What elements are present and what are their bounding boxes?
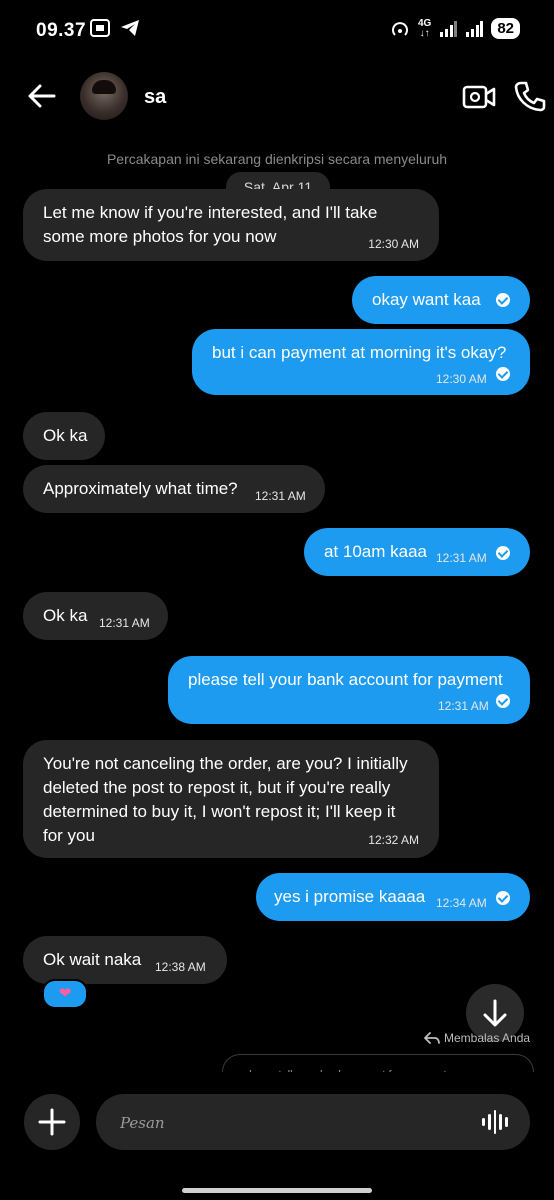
message-incoming[interactable]: Ok ka 12:31 AM: [23, 592, 168, 640]
message-outgoing[interactable]: yes i promise kaaaa 12:34 AM: [256, 873, 530, 921]
status-icons-right: 4G ↓↑ 82: [390, 18, 520, 39]
signal-icon-2: [466, 20, 484, 37]
hotspot-icon: [392, 21, 408, 36]
read-check-icon: [496, 367, 510, 381]
message-text: Ok ka: [43, 426, 88, 445]
message-time: 12:31 AM: [436, 551, 487, 565]
message-text: Ok ka: [43, 606, 88, 625]
message-time: 12:38 AM: [155, 960, 206, 974]
message-incoming[interactable]: Let me know if you're interested, and I'…: [23, 189, 439, 261]
read-check-icon: [496, 891, 510, 905]
status-icons-left: [90, 19, 140, 37]
message-outgoing[interactable]: at 10am kaaa 12:31 AM: [304, 528, 530, 576]
message-text: please tell your bank account for paymen…: [188, 670, 503, 689]
network-type: 4G ↓↑: [417, 17, 432, 39]
encryption-notice: Percakapan ini sekarang dienkripsi secar…: [106, 151, 448, 167]
heart-reaction[interactable]: ❤: [42, 979, 88, 1009]
message-incoming[interactable]: Approximately what time? 12:31 AM: [23, 465, 325, 513]
avatar[interactable]: [80, 72, 128, 120]
message-outgoing[interactable]: okay want kaa: [352, 276, 530, 324]
message-incoming[interactable]: You're not canceling the order, are you?…: [23, 740, 439, 858]
message-time: 12:34 AM: [436, 896, 487, 910]
message-text: deleted the post to repost it, but if yo…: [43, 778, 391, 797]
read-check-icon: [496, 694, 510, 708]
message-text: determined to buy it, I won't repost it;…: [43, 802, 396, 821]
message-outgoing[interactable]: but i can payment at morning it's okay? …: [192, 329, 530, 395]
message-text: for you: [43, 826, 95, 845]
message-time: 12:30 AM: [368, 237, 419, 251]
message-text: but i can payment at morning it's okay?: [212, 343, 507, 362]
message-time: 12:31 AM: [99, 616, 150, 630]
message-text: at 10am kaaa: [324, 542, 428, 561]
message-text: Approximately what time?: [43, 479, 238, 498]
add-attachment-button[interactable]: [24, 1094, 80, 1150]
telegram-icon: [121, 20, 139, 36]
message-text: yes i promise kaaaa: [274, 887, 426, 906]
back-arrow-icon[interactable]: [26, 80, 58, 112]
message-time: 12:30 AM: [436, 372, 487, 386]
status-bar: 09.37 4G ↓↑ 82: [0, 0, 554, 60]
signal-icon: [440, 20, 458, 37]
plus-icon: [38, 1108, 66, 1136]
message-incoming[interactable]: Ok ka: [23, 412, 105, 460]
read-check-icon: [496, 546, 510, 560]
message-input-box[interactable]: [96, 1094, 530, 1152]
message-text: You're not canceling the order, are you?…: [43, 754, 408, 773]
reply-hint: Membalas Anda: [424, 1031, 530, 1045]
voice-wave-icon[interactable]: [482, 1110, 508, 1134]
reply-hint-label: Membalas Anda: [444, 1031, 531, 1045]
battery-indicator: 82: [491, 18, 520, 39]
message-incoming[interactable]: Ok wait naka 12:38 AM: [23, 936, 227, 984]
message-time: 12:31 AM: [438, 699, 489, 713]
chat-header: sa: [0, 66, 554, 130]
message-text: okay want kaa: [372, 290, 481, 309]
message-time: 12:32 AM: [368, 833, 419, 847]
reply-icon: [424, 1032, 440, 1044]
message-time: 12:31 AM: [255, 489, 306, 503]
contact-name[interactable]: sa: [144, 86, 166, 109]
home-indicator: [182, 1188, 372, 1193]
message-text: some more photos for you now: [43, 227, 277, 246]
screen-record-icon: [90, 19, 110, 37]
message-text: Ok wait naka: [43, 950, 142, 969]
message-input[interactable]: [118, 1094, 462, 1152]
phone-icon[interactable]: [514, 80, 546, 112]
status-time: 09.37: [36, 20, 87, 41]
message-text: Let me know if you're interested, and I'…: [43, 203, 378, 222]
read-check-icon: [496, 293, 510, 307]
video-call-icon[interactable]: [462, 82, 496, 112]
composer: [0, 1072, 554, 1200]
message-outgoing[interactable]: please tell your bank account for paymen…: [168, 656, 530, 724]
